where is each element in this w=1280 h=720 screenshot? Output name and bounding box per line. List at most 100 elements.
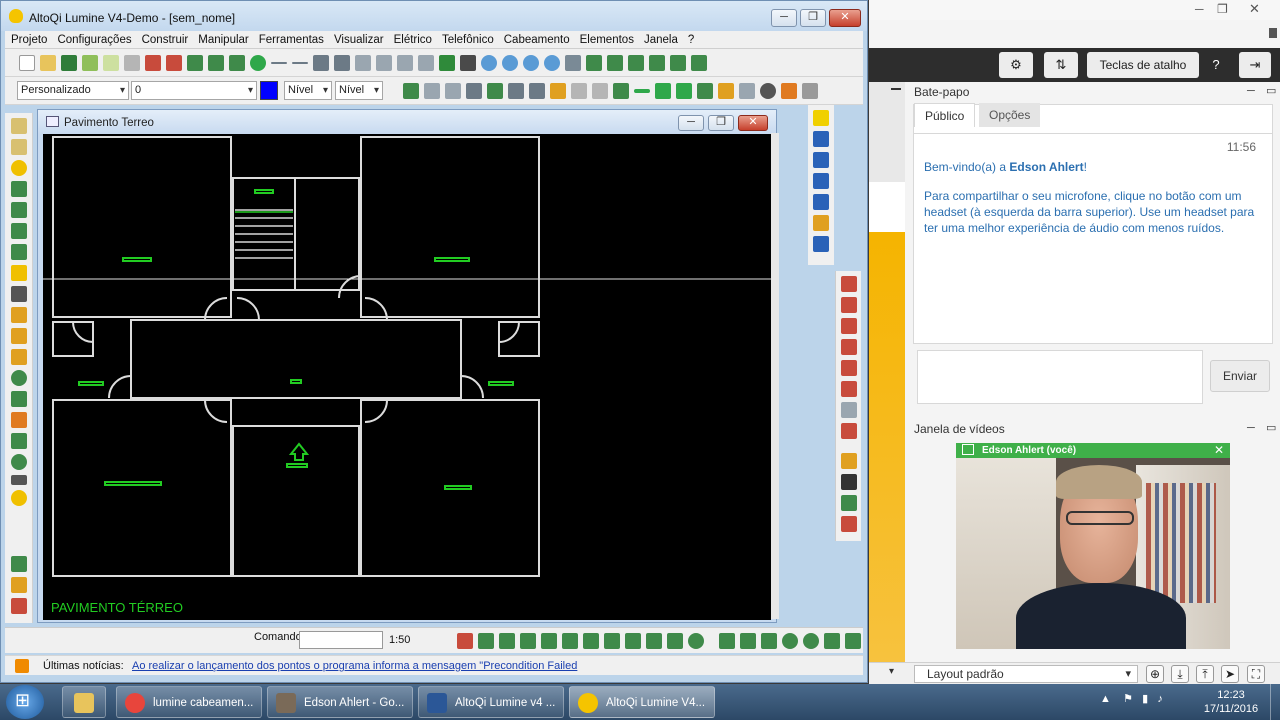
dash-tool-icon[interactable] bbox=[292, 62, 308, 64]
spda-icon[interactable] bbox=[840, 453, 857, 469]
circle-icon[interactable] bbox=[782, 633, 798, 649]
close-button[interactable]: ✕ bbox=[829, 9, 861, 27]
chart-icon[interactable] bbox=[613, 83, 629, 99]
browser-close-icon[interactable]: ✕ bbox=[1249, 1, 1260, 17]
table-icon[interactable] bbox=[187, 55, 203, 71]
zoom-extents-icon[interactable] bbox=[523, 55, 539, 71]
menu-construir[interactable]: Construir bbox=[138, 31, 193, 49]
hook-icon[interactable] bbox=[10, 454, 27, 470]
element-tool-icon[interactable] bbox=[10, 118, 27, 134]
arc-icon[interactable] bbox=[803, 633, 819, 649]
lamp-icon[interactable] bbox=[10, 160, 27, 176]
menu-telefonico[interactable]: Telefônico bbox=[438, 31, 498, 49]
snap-icon[interactable] bbox=[355, 55, 371, 71]
cut-icon[interactable] bbox=[145, 55, 161, 71]
doc-minimize-button[interactable]: ─ bbox=[678, 115, 704, 131]
drawing-canvas[interactable]: PAVIMENTO TÉRREO bbox=[43, 134, 771, 620]
red-tool-1-icon[interactable] bbox=[840, 276, 857, 292]
layer-icon[interactable] bbox=[439, 55, 455, 71]
draw-icon[interactable] bbox=[691, 55, 707, 71]
hatch-icon[interactable] bbox=[845, 633, 861, 649]
rotate-green-icon[interactable] bbox=[688, 633, 704, 649]
riser-icon[interactable] bbox=[697, 83, 713, 99]
command-input[interactable] bbox=[299, 631, 383, 649]
menu-projeto[interactable]: Projeto bbox=[7, 31, 51, 49]
scale-display[interactable]: 1:50 bbox=[389, 634, 410, 646]
check-blue-icon[interactable] bbox=[813, 173, 829, 189]
frame-icon[interactable] bbox=[460, 55, 476, 71]
new-file-icon[interactable] bbox=[19, 55, 35, 71]
tab-publico[interactable]: Público bbox=[914, 103, 976, 127]
menu-eletrico[interactable]: Elétrico bbox=[390, 31, 436, 49]
pan-icon[interactable] bbox=[565, 55, 581, 71]
ortho-icon[interactable] bbox=[520, 633, 536, 649]
cable-up-icon[interactable] bbox=[813, 110, 829, 126]
value-select[interactable]: 0 bbox=[131, 81, 257, 100]
pen-red-icon[interactable] bbox=[457, 633, 473, 649]
red-tool-5-icon[interactable] bbox=[840, 360, 857, 376]
flag-icon[interactable] bbox=[10, 391, 27, 407]
chat-minimize-icon[interactable]: ─ bbox=[1247, 85, 1255, 97]
start-button[interactable] bbox=[6, 685, 44, 719]
left-dropdown-icon[interactable]: ▾ bbox=[889, 666, 894, 677]
stack-icon[interactable] bbox=[445, 83, 461, 99]
point-tool-icon[interactable] bbox=[10, 139, 27, 155]
list-blue-icon[interactable] bbox=[813, 131, 829, 147]
line-green-icon[interactable] bbox=[719, 633, 735, 649]
wire-icon[interactable] bbox=[634, 89, 650, 93]
red-tool-3-icon[interactable] bbox=[840, 318, 857, 334]
style-select[interactable]: Personalizado bbox=[17, 81, 129, 100]
conduit-icon[interactable] bbox=[655, 83, 671, 99]
copy-icon[interactable] bbox=[103, 55, 119, 71]
send-arrow-icon[interactable]: ➤ bbox=[1221, 665, 1239, 683]
flag-tray-icon[interactable]: ⚑ bbox=[1123, 693, 1133, 705]
block-icon[interactable] bbox=[508, 83, 524, 99]
block-edit-icon[interactable] bbox=[529, 83, 545, 99]
connect-icon[interactable] bbox=[781, 83, 797, 99]
symbol-icon[interactable] bbox=[550, 83, 566, 99]
red-tool-8-icon[interactable] bbox=[840, 423, 857, 439]
undo-icon[interactable] bbox=[208, 55, 224, 71]
zoom-out-icon[interactable] bbox=[544, 55, 560, 71]
red-tool-6-icon[interactable] bbox=[840, 381, 857, 397]
gray-icon[interactable] bbox=[802, 83, 818, 99]
flag-blue-icon[interactable] bbox=[813, 152, 829, 168]
save-icon[interactable] bbox=[61, 55, 77, 71]
menu-visualizar[interactable]: Visualizar bbox=[330, 31, 388, 49]
snap-grid-icon[interactable] bbox=[478, 633, 494, 649]
motor-icon[interactable] bbox=[10, 328, 27, 344]
rst-icon[interactable] bbox=[10, 475, 27, 485]
menu-elementos[interactable]: Elementos bbox=[576, 31, 638, 49]
network-tray-icon[interactable]: ▮ bbox=[1142, 693, 1148, 705]
explorer-task[interactable] bbox=[62, 686, 106, 718]
upload-icon[interactable]: ⤒ bbox=[1196, 665, 1214, 683]
network-icon[interactable] bbox=[813, 236, 829, 252]
cross-tool-icon[interactable] bbox=[313, 55, 329, 71]
circuit-icon[interactable] bbox=[676, 83, 692, 99]
chat-input[interactable] bbox=[917, 350, 1203, 404]
sort-arrows-icon[interactable]: ⇅ bbox=[1044, 52, 1078, 78]
curve-icon[interactable] bbox=[424, 83, 440, 99]
dim-green-icon[interactable] bbox=[562, 633, 578, 649]
add-icon[interactable]: ⊕ bbox=[1146, 665, 1164, 683]
pencil-green-icon[interactable] bbox=[499, 633, 515, 649]
minimize-button[interactable]: ─ bbox=[771, 9, 797, 27]
panel-icon[interactable] bbox=[10, 286, 27, 302]
fan-icon[interactable] bbox=[10, 349, 27, 365]
menu-janela[interactable]: Janela bbox=[640, 31, 682, 49]
point-icon[interactable] bbox=[718, 83, 734, 99]
target-icon[interactable] bbox=[760, 83, 776, 99]
list-icon[interactable] bbox=[571, 83, 587, 99]
zoom-in-icon[interactable] bbox=[481, 55, 497, 71]
menu-configuracoes[interactable]: Configurações bbox=[53, 31, 135, 49]
send-button[interactable]: Enviar bbox=[1210, 360, 1270, 392]
tv-icon[interactable] bbox=[840, 474, 857, 490]
mirror-icon[interactable] bbox=[670, 55, 686, 71]
menu-cabeamento[interactable]: Cabeamento bbox=[500, 31, 574, 49]
monitor-icon[interactable] bbox=[813, 194, 829, 210]
check-icon[interactable] bbox=[250, 55, 266, 71]
text-tool-icon[interactable] bbox=[628, 55, 644, 71]
redo-icon[interactable] bbox=[229, 55, 245, 71]
align-icon[interactable] bbox=[376, 55, 392, 71]
menu-ferramentas[interactable]: Ferramentas bbox=[255, 31, 328, 49]
